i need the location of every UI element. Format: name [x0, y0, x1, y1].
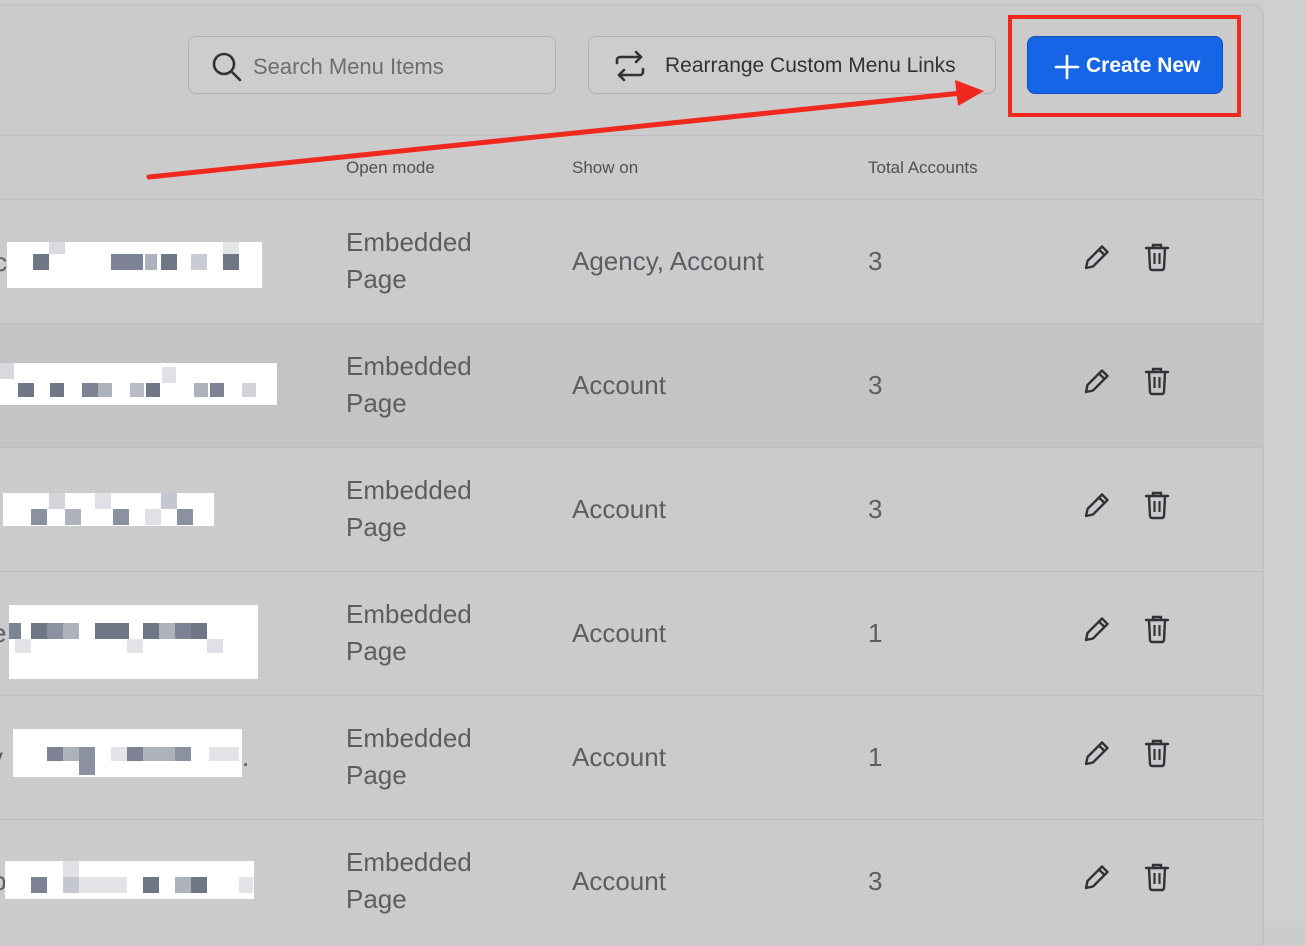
- annotation-arrow: [146, 80, 984, 180]
